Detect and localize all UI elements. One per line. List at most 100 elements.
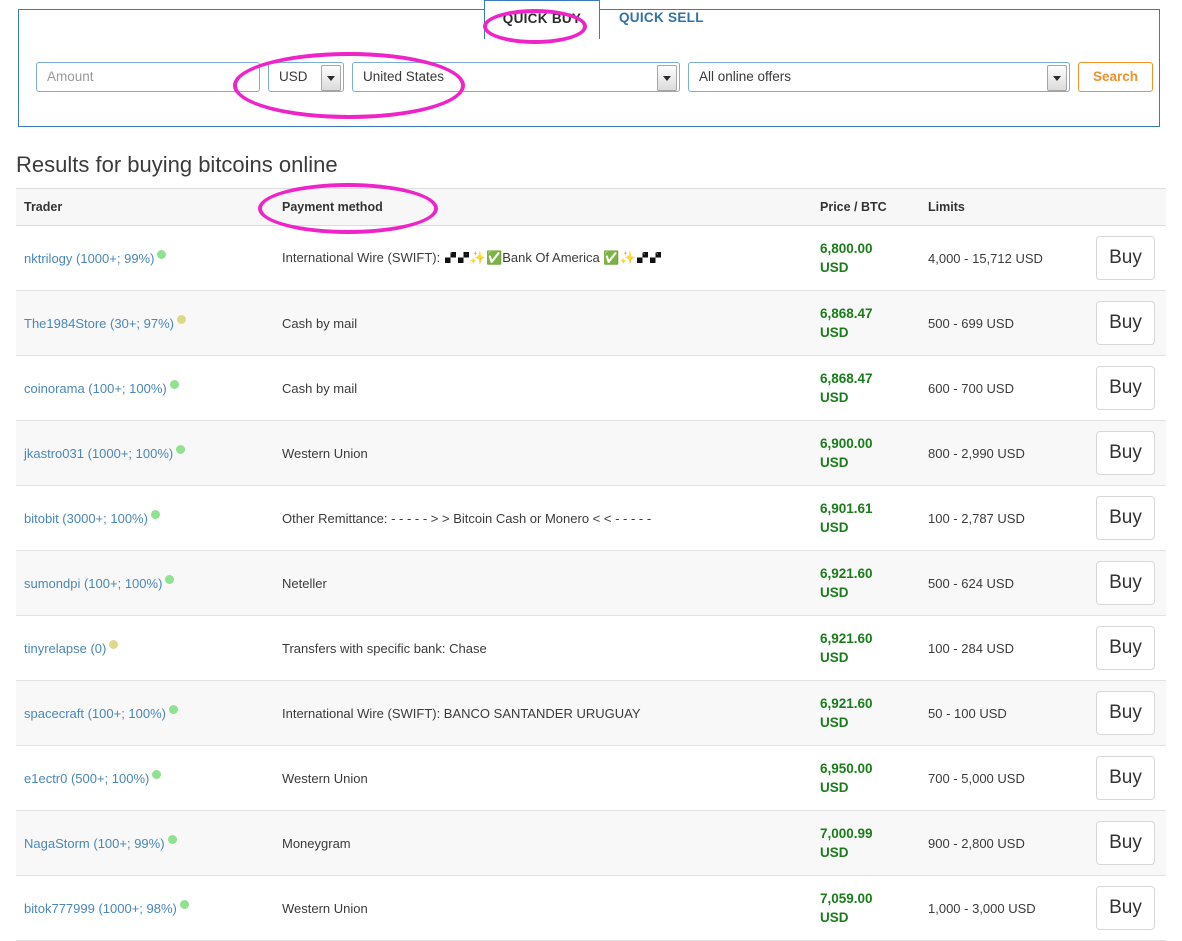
buy-button[interactable]: Buy xyxy=(1096,431,1155,475)
cell-trader: coinorama (100+; 100%) xyxy=(16,355,274,421)
country-select[interactable]: United States xyxy=(352,62,680,92)
amount-input[interactable]: Amount xyxy=(36,62,260,92)
payment-method-text: International Wire (SWIFT): xyxy=(282,250,444,265)
cell-action: Buy xyxy=(1088,810,1166,876)
cell-price: 7,059.00 USD xyxy=(812,875,920,941)
buy-button[interactable]: Buy xyxy=(1096,561,1155,605)
trader-link[interactable]: sumondpi (100+; 100%) xyxy=(24,576,162,591)
cell-payment-method: Transfers with specific bank: Chase xyxy=(274,615,812,681)
buy-button[interactable]: Buy xyxy=(1096,301,1155,345)
column-header-limits[interactable]: Limits xyxy=(920,188,1088,226)
cell-limits: 1,000 - 3,000 USD xyxy=(920,875,1088,941)
price-currency: USD xyxy=(820,845,849,860)
cell-action: Buy xyxy=(1088,485,1166,551)
cell-payment-method: Cash by mail xyxy=(274,290,812,356)
table-row: jkastro031 (1000+; 100%) Western Union 6,9… xyxy=(16,420,1166,486)
tab-quick-buy[interactable]: QUICK BUY xyxy=(484,0,600,39)
cell-price: 6,800.00 USD xyxy=(812,225,920,291)
cell-payment-method: International Wire (SWIFT): ✨✅Bank Of Am… xyxy=(274,225,812,291)
price-value: 7,059.00 xyxy=(820,891,873,906)
table-row: coinorama (100+; 100%) Cash by mail 6,868.… xyxy=(16,355,1166,421)
buy-button[interactable]: Buy xyxy=(1096,821,1155,865)
cell-limits: 4,000 - 15,712 USD xyxy=(920,225,1088,291)
cell-payment-method: Moneygram xyxy=(274,810,812,876)
cell-trader: tinyrelapse (0) xyxy=(16,615,274,681)
price-value: 6,868.47 xyxy=(820,371,873,386)
cell-limits: 500 - 699 USD xyxy=(920,290,1088,356)
unknown-glyph-icon xyxy=(636,252,648,263)
cell-limits: 500 - 624 USD xyxy=(920,550,1088,616)
chevron-down-icon xyxy=(1047,65,1067,91)
price-currency: USD xyxy=(820,910,849,925)
buy-button[interactable]: Buy xyxy=(1096,626,1155,670)
cell-price: 6,900.00 USD xyxy=(812,420,920,486)
status-dot-icon xyxy=(169,705,178,714)
trader-link[interactable]: e1ectr0 (500+; 100%) xyxy=(24,771,149,786)
price-value: 6,950.00 xyxy=(820,761,873,776)
trader-link[interactable]: NagaStorm (100+; 99%) xyxy=(24,836,165,851)
status-dot-icon xyxy=(152,770,162,779)
status-dot-icon xyxy=(176,445,186,454)
cell-limits: 800 - 2,990 USD xyxy=(920,420,1088,486)
status-dot-icon xyxy=(109,640,119,649)
cell-trader: e1ectr0 (500+; 100%) xyxy=(16,745,274,811)
price-currency: USD xyxy=(820,715,849,730)
cell-payment-method: Western Union xyxy=(274,420,812,486)
buy-button[interactable]: Buy xyxy=(1096,756,1155,800)
offers-table-head: Trader Payment method Price / BTC Limits xyxy=(16,188,1166,226)
price-currency: USD xyxy=(820,455,849,470)
cell-payment-method: Western Union xyxy=(274,875,812,941)
column-header-payment-method[interactable]: Payment method xyxy=(274,188,812,226)
buy-button[interactable]: Buy xyxy=(1096,691,1155,735)
buy-button[interactable]: Buy xyxy=(1096,886,1155,930)
cell-action: Buy xyxy=(1088,745,1166,811)
cell-trader: sumondpi (100+; 100%) xyxy=(16,550,274,616)
tab-quick-buy-label: QUICK BUY xyxy=(502,11,582,26)
cell-payment-method: Cash by mail xyxy=(274,355,812,421)
table-header-row: Trader Payment method Price / BTC Limits xyxy=(16,188,1166,226)
buy-button[interactable]: Buy xyxy=(1096,366,1155,410)
payment-method-select-value: All online offers xyxy=(699,69,792,84)
price-currency: USD xyxy=(820,585,849,600)
buy-button[interactable]: Buy xyxy=(1096,236,1155,280)
search-button[interactable]: Search xyxy=(1078,62,1154,92)
table-row: sumondpi (100+; 100%) Neteller 6,921.60 USD… xyxy=(16,550,1166,616)
cell-limits: 600 - 700 USD xyxy=(920,355,1088,421)
currency-select[interactable]: USD xyxy=(268,62,344,92)
table-row: bitok777999 (1000+; 98%) Western Union 7,0… xyxy=(16,875,1166,941)
tab-bar: QUICK BUY QUICK SELL xyxy=(19,0,1159,40)
cell-price: 6,868.47 USD xyxy=(812,355,920,421)
trader-link[interactable]: spacecraft (100+; 100%) xyxy=(24,706,166,721)
table-row: tinyrelapse (0) Transfers with specific b… xyxy=(16,615,1166,681)
offers-table-body: nktrilogy (1000+; 99%) International Wire… xyxy=(16,225,1166,941)
trader-link[interactable]: bitobit (3000+; 100%) xyxy=(24,511,148,526)
price-value: 6,900.00 xyxy=(820,436,873,451)
status-dot-icon xyxy=(165,575,175,584)
status-dot-icon xyxy=(176,315,186,324)
cell-trader: bitobit (3000+; 100%) xyxy=(16,485,274,551)
trader-link[interactable]: coinorama (100+; 100%) xyxy=(24,381,167,396)
price-currency: USD xyxy=(820,390,849,405)
cell-price: 7,000.99 USD xyxy=(812,810,920,876)
trader-link[interactable]: tinyrelapse (0) xyxy=(24,641,106,656)
cell-trader: The1984Store (30+; 97%) xyxy=(16,290,274,356)
cell-limits: 50 - 100 USD xyxy=(920,680,1088,746)
column-header-trader[interactable]: Trader xyxy=(16,188,274,226)
cell-limits: 900 - 2,800 USD xyxy=(920,810,1088,876)
column-header-price[interactable]: Price / BTC xyxy=(812,188,920,226)
trader-link[interactable]: The1984Store (30+; 97%) xyxy=(24,316,174,331)
unknown-glyph-icon xyxy=(649,252,661,263)
trader-link[interactable]: nktrilogy (1000+; 99%) xyxy=(24,251,154,266)
trader-link[interactable]: bitok777999 (1000+; 98%) xyxy=(24,901,177,916)
payment-method-select[interactable]: All online offers xyxy=(688,62,1070,92)
status-dot-icon xyxy=(169,380,179,389)
cell-trader: spacecraft (100+; 100%) xyxy=(16,680,274,746)
quick-buy-panel: QUICK BUY QUICK SELL Amount USD United S… xyxy=(18,0,1160,127)
tab-quick-sell[interactable]: QUICK SELL xyxy=(604,0,734,39)
buy-button[interactable]: Buy xyxy=(1096,496,1155,540)
price-currency: USD xyxy=(820,780,849,795)
table-row: spacecraft (100+; 100%) International Wir… xyxy=(16,680,1166,746)
cell-action: Buy xyxy=(1088,875,1166,941)
trader-link[interactable]: jkastro031 (1000+; 100%) xyxy=(24,446,173,461)
price-currency: USD xyxy=(820,260,849,275)
